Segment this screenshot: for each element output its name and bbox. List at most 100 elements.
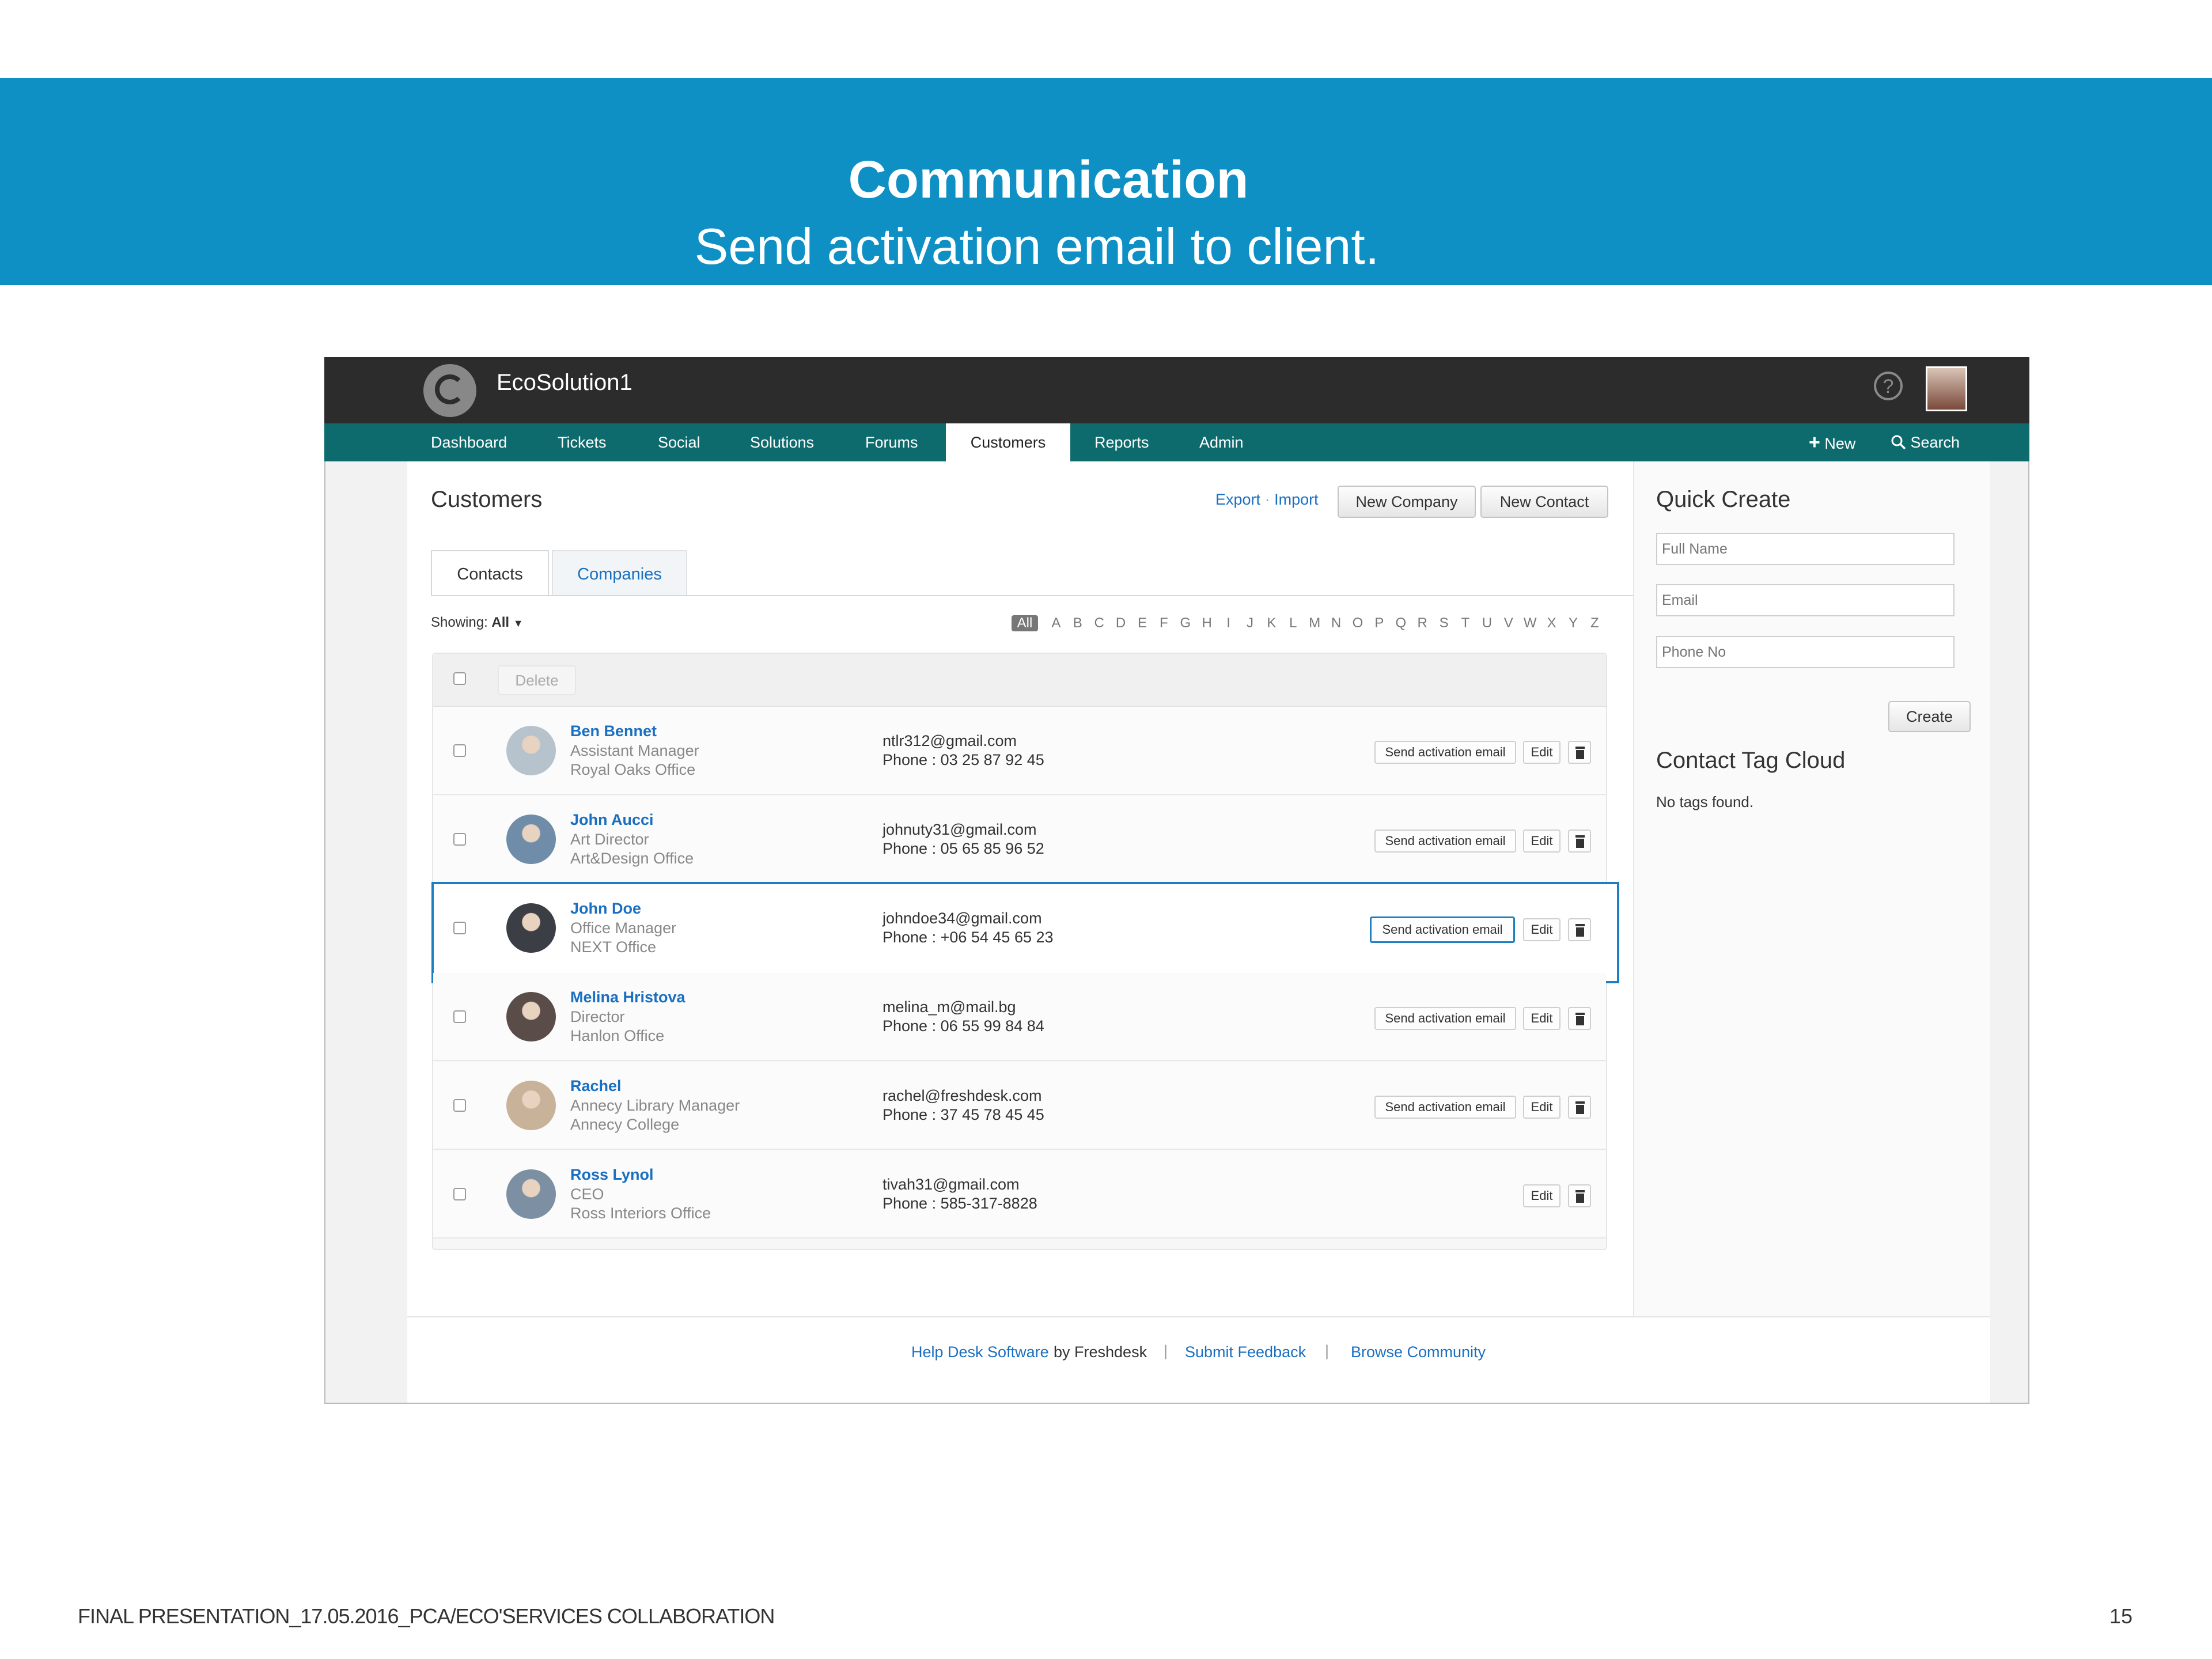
trash-icon[interactable]	[1568, 1096, 1591, 1119]
edit-button[interactable]: Edit	[1523, 918, 1560, 941]
tab-contacts[interactable]: Contacts	[431, 550, 549, 596]
alpha-filter-all[interactable]: All	[1012, 615, 1038, 631]
alpha-filter-h[interactable]: H	[1198, 615, 1216, 631]
new-company-button[interactable]: New Company	[1338, 486, 1476, 518]
alpha-filter-q[interactable]: Q	[1392, 615, 1410, 631]
contact-avatar	[506, 726, 556, 775]
trash-icon[interactable]	[1568, 1184, 1591, 1207]
alpha-filter-m[interactable]: M	[1305, 615, 1324, 631]
new-button[interactable]: + New	[1809, 423, 1855, 461]
trash-icon[interactable]	[1568, 1007, 1591, 1030]
alpha-filter-a[interactable]: A	[1047, 615, 1065, 631]
send-activation-email-button[interactable]: Send activation email	[1374, 830, 1516, 853]
contact-checkbox[interactable]	[453, 833, 466, 846]
contact-phone: Phone : 05 65 85 96 52	[882, 840, 1044, 857]
nav-tickets[interactable]: Tickets	[558, 423, 607, 461]
contact-name[interactable]: John Aucci	[570, 811, 654, 829]
contact-checkbox[interactable]	[453, 922, 466, 934]
tag-cloud-title: Contact Tag Cloud	[1656, 748, 1846, 773]
contact-name[interactable]: Rachel	[570, 1077, 622, 1095]
contact-checkbox[interactable]	[453, 1010, 466, 1023]
alpha-filter-b[interactable]: B	[1069, 615, 1087, 631]
trash-icon[interactable]	[1568, 830, 1591, 853]
search-icon	[1891, 435, 1906, 450]
alpha-filter-d[interactable]: D	[1112, 615, 1130, 631]
full-name-input[interactable]	[1656, 533, 1955, 565]
contact-checkbox[interactable]	[453, 744, 466, 757]
edit-button[interactable]: Edit	[1523, 1007, 1560, 1030]
browse-community-link[interactable]: Browse Community	[1351, 1343, 1486, 1361]
alpha-filter-x[interactable]: X	[1543, 615, 1561, 631]
export-link[interactable]: Export	[1215, 491, 1260, 508]
alpha-filter-f[interactable]: F	[1154, 615, 1173, 631]
alpha-filter-s[interactable]: S	[1435, 615, 1453, 631]
alpha-filter-w[interactable]: W	[1521, 615, 1539, 631]
import-link[interactable]: Import	[1274, 491, 1319, 508]
alpha-filter-r[interactable]: R	[1413, 615, 1431, 631]
contact-checkbox[interactable]	[453, 1099, 466, 1112]
submit-feedback-link[interactable]: Submit Feedback	[1185, 1343, 1306, 1361]
edit-button[interactable]: Edit	[1523, 741, 1560, 764]
app-logo-icon[interactable]	[423, 364, 476, 417]
alpha-filter-e[interactable]: E	[1133, 615, 1152, 631]
showing-label: Showing:	[431, 615, 488, 630]
slide-title: Communication	[848, 150, 1249, 209]
alpha-filter-z[interactable]: Z	[1585, 615, 1604, 631]
contact-checkbox[interactable]	[453, 1188, 466, 1200]
search-button[interactable]: Search	[1891, 423, 1960, 461]
alpha-filter-l[interactable]: L	[1284, 615, 1302, 631]
trash-icon[interactable]	[1568, 741, 1591, 764]
alpha-filter-u[interactable]: U	[1478, 615, 1496, 631]
edit-button[interactable]: Edit	[1523, 1096, 1560, 1119]
contact-name[interactable]: Ross Lynol	[570, 1166, 654, 1184]
nav-social[interactable]: Social	[658, 423, 700, 461]
alpha-filter-g[interactable]: G	[1176, 615, 1195, 631]
alpha-filter-n[interactable]: N	[1327, 615, 1346, 631]
send-activation-email-button[interactable]: Send activation email	[1370, 916, 1515, 943]
help-desk-link[interactable]: Help Desk Software	[911, 1343, 1049, 1361]
caret-down-icon: ▼	[513, 618, 524, 629]
edit-button[interactable]: Edit	[1523, 1184, 1560, 1207]
alpha-filter-k[interactable]: K	[1262, 615, 1281, 631]
export-import-links: Export · Import	[1215, 491, 1319, 509]
nav-admin[interactable]: Admin	[1199, 423, 1244, 461]
tab-companies[interactable]: Companies	[552, 550, 687, 596]
email-input[interactable]	[1656, 584, 1955, 616]
alpha-filter-j[interactable]: J	[1241, 615, 1259, 631]
new-contact-button[interactable]: New Contact	[1480, 486, 1608, 518]
send-activation-email-button[interactable]: Send activation email	[1374, 1096, 1516, 1119]
alpha-filter-c[interactable]: C	[1090, 615, 1108, 631]
footer-separator: |	[1325, 1342, 1330, 1359]
nav-reports[interactable]: Reports	[1094, 423, 1149, 461]
contact-company: NEXT Office	[570, 938, 657, 956]
showing-filter[interactable]: Showing: All ▼	[431, 615, 524, 631]
nav-customers[interactable]: Customers	[946, 423, 1070, 461]
contact-company: Annecy College	[570, 1116, 680, 1133]
nav-solutions[interactable]: Solutions	[750, 423, 814, 461]
contact-title: Annecy Library Manager	[570, 1097, 740, 1114]
user-avatar[interactable]	[1926, 366, 1967, 411]
contact-name[interactable]: Ben Bennet	[570, 722, 657, 740]
contact-name[interactable]: John Doe	[570, 900, 641, 918]
alpha-filter-v[interactable]: V	[1499, 615, 1518, 631]
delete-button[interactable]: Delete	[498, 665, 576, 695]
create-button[interactable]: Create	[1888, 701, 1971, 732]
phone-input[interactable]	[1656, 636, 1955, 668]
contact-name[interactable]: Melina Hristova	[570, 988, 685, 1006]
alpha-filter-i[interactable]: I	[1219, 615, 1238, 631]
send-activation-email-button[interactable]: Send activation email	[1374, 741, 1516, 764]
contact-email: melina_m@mail.bg	[882, 998, 1016, 1016]
alpha-filter-p[interactable]: P	[1370, 615, 1388, 631]
send-activation-email-button[interactable]: Send activation email	[1374, 1007, 1516, 1030]
alpha-filter-o[interactable]: O	[1349, 615, 1367, 631]
footer-separator: |	[1164, 1342, 1168, 1359]
alpha-filter-t[interactable]: T	[1456, 615, 1475, 631]
nav-dashboard[interactable]: Dashboard	[431, 423, 507, 461]
help-icon[interactable]: ?	[1874, 372, 1903, 400]
edit-button[interactable]: Edit	[1523, 830, 1560, 853]
page-title: Customers	[431, 487, 543, 512]
trash-icon[interactable]	[1568, 918, 1591, 941]
nav-forums[interactable]: Forums	[865, 423, 918, 461]
select-all-checkbox[interactable]	[453, 672, 466, 685]
alpha-filter-y[interactable]: Y	[1564, 615, 1582, 631]
